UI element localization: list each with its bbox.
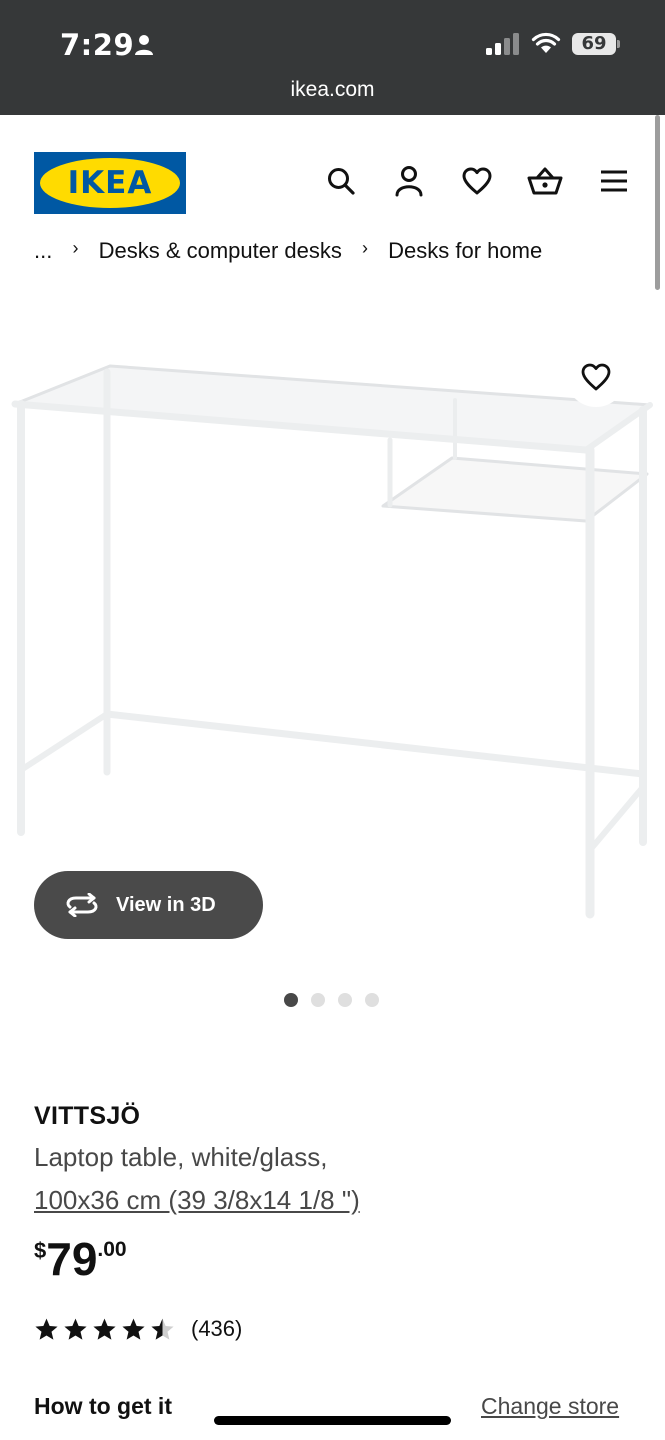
gallery-pagination — [284, 993, 379, 1007]
heart-icon — [581, 363, 611, 391]
status-time: 7:29 — [60, 28, 135, 62]
star-icon — [64, 1318, 87, 1340]
gallery-dot[interactable] — [311, 993, 325, 1007]
search-icon[interactable] — [323, 163, 359, 199]
logo-text: IKEA — [67, 165, 153, 201]
home-indicator — [214, 1416, 451, 1425]
product-rating[interactable]: (436) — [34, 1316, 242, 1342]
page-scrollbar[interactable] — [655, 115, 660, 290]
how-to-get-it-heading: How to get it — [34, 1393, 172, 1419]
chevron-right-icon: › — [362, 238, 369, 258]
view-in-3d-button[interactable]: View in 3D — [34, 871, 263, 939]
ikea-logo[interactable]: IKEA — [34, 152, 186, 214]
rotate-3d-icon — [66, 893, 98, 917]
add-to-favourites-button[interactable] — [566, 347, 626, 407]
view-in-3d-label: View in 3D — [116, 893, 216, 916]
product-image[interactable] — [0, 290, 665, 930]
heart-icon[interactable] — [459, 163, 495, 199]
gallery-dot[interactable] — [284, 993, 298, 1007]
review-count: (436) — [191, 1316, 243, 1341]
breadcrumb-item[interactable]: Desks & computer desks — [99, 238, 342, 264]
star-icon — [122, 1318, 145, 1340]
menu-icon[interactable] — [596, 163, 632, 199]
site-header: IKEA — [0, 115, 665, 245]
product-name: VITTSJÖ — [34, 1102, 141, 1130]
product-description: Laptop table, white/glass, — [34, 1142, 328, 1172]
gallery-dot[interactable] — [338, 993, 352, 1007]
status-bar: 7:29 69 ikea.com — [0, 0, 665, 115]
cellular-signal-icon — [486, 33, 520, 60]
wifi-icon — [531, 32, 561, 59]
product-price: $79.00 — [34, 1232, 127, 1286]
battery-indicator: 69 — [572, 33, 616, 55]
url-bar[interactable]: ikea.com — [0, 78, 665, 102]
star-icon — [35, 1318, 58, 1340]
price-integer: 79 — [46, 1233, 98, 1285]
rating-stars — [34, 1317, 175, 1342]
account-icon[interactable] — [391, 163, 427, 199]
gallery-dot[interactable] — [365, 993, 379, 1007]
price-currency: $ — [34, 1238, 47, 1263]
price-decimal: .00 — [97, 1238, 127, 1261]
breadcrumb-item[interactable]: Desks for home — [388, 238, 542, 264]
star-icon — [151, 1318, 174, 1340]
product-size-link[interactable]: 100x36 cm (39 3/8x14 1/8 ") — [34, 1185, 360, 1216]
star-icon — [93, 1318, 116, 1340]
battery-nub — [617, 40, 620, 48]
chevron-right-icon: › — [72, 238, 79, 258]
person-icon — [134, 34, 154, 61]
change-store-link[interactable]: Change store — [481, 1393, 619, 1420]
basket-icon[interactable] — [527, 163, 563, 199]
breadcrumb-root[interactable]: ... — [34, 238, 52, 264]
breadcrumb: ... › Desks & computer desks › Desks for… — [34, 238, 542, 268]
